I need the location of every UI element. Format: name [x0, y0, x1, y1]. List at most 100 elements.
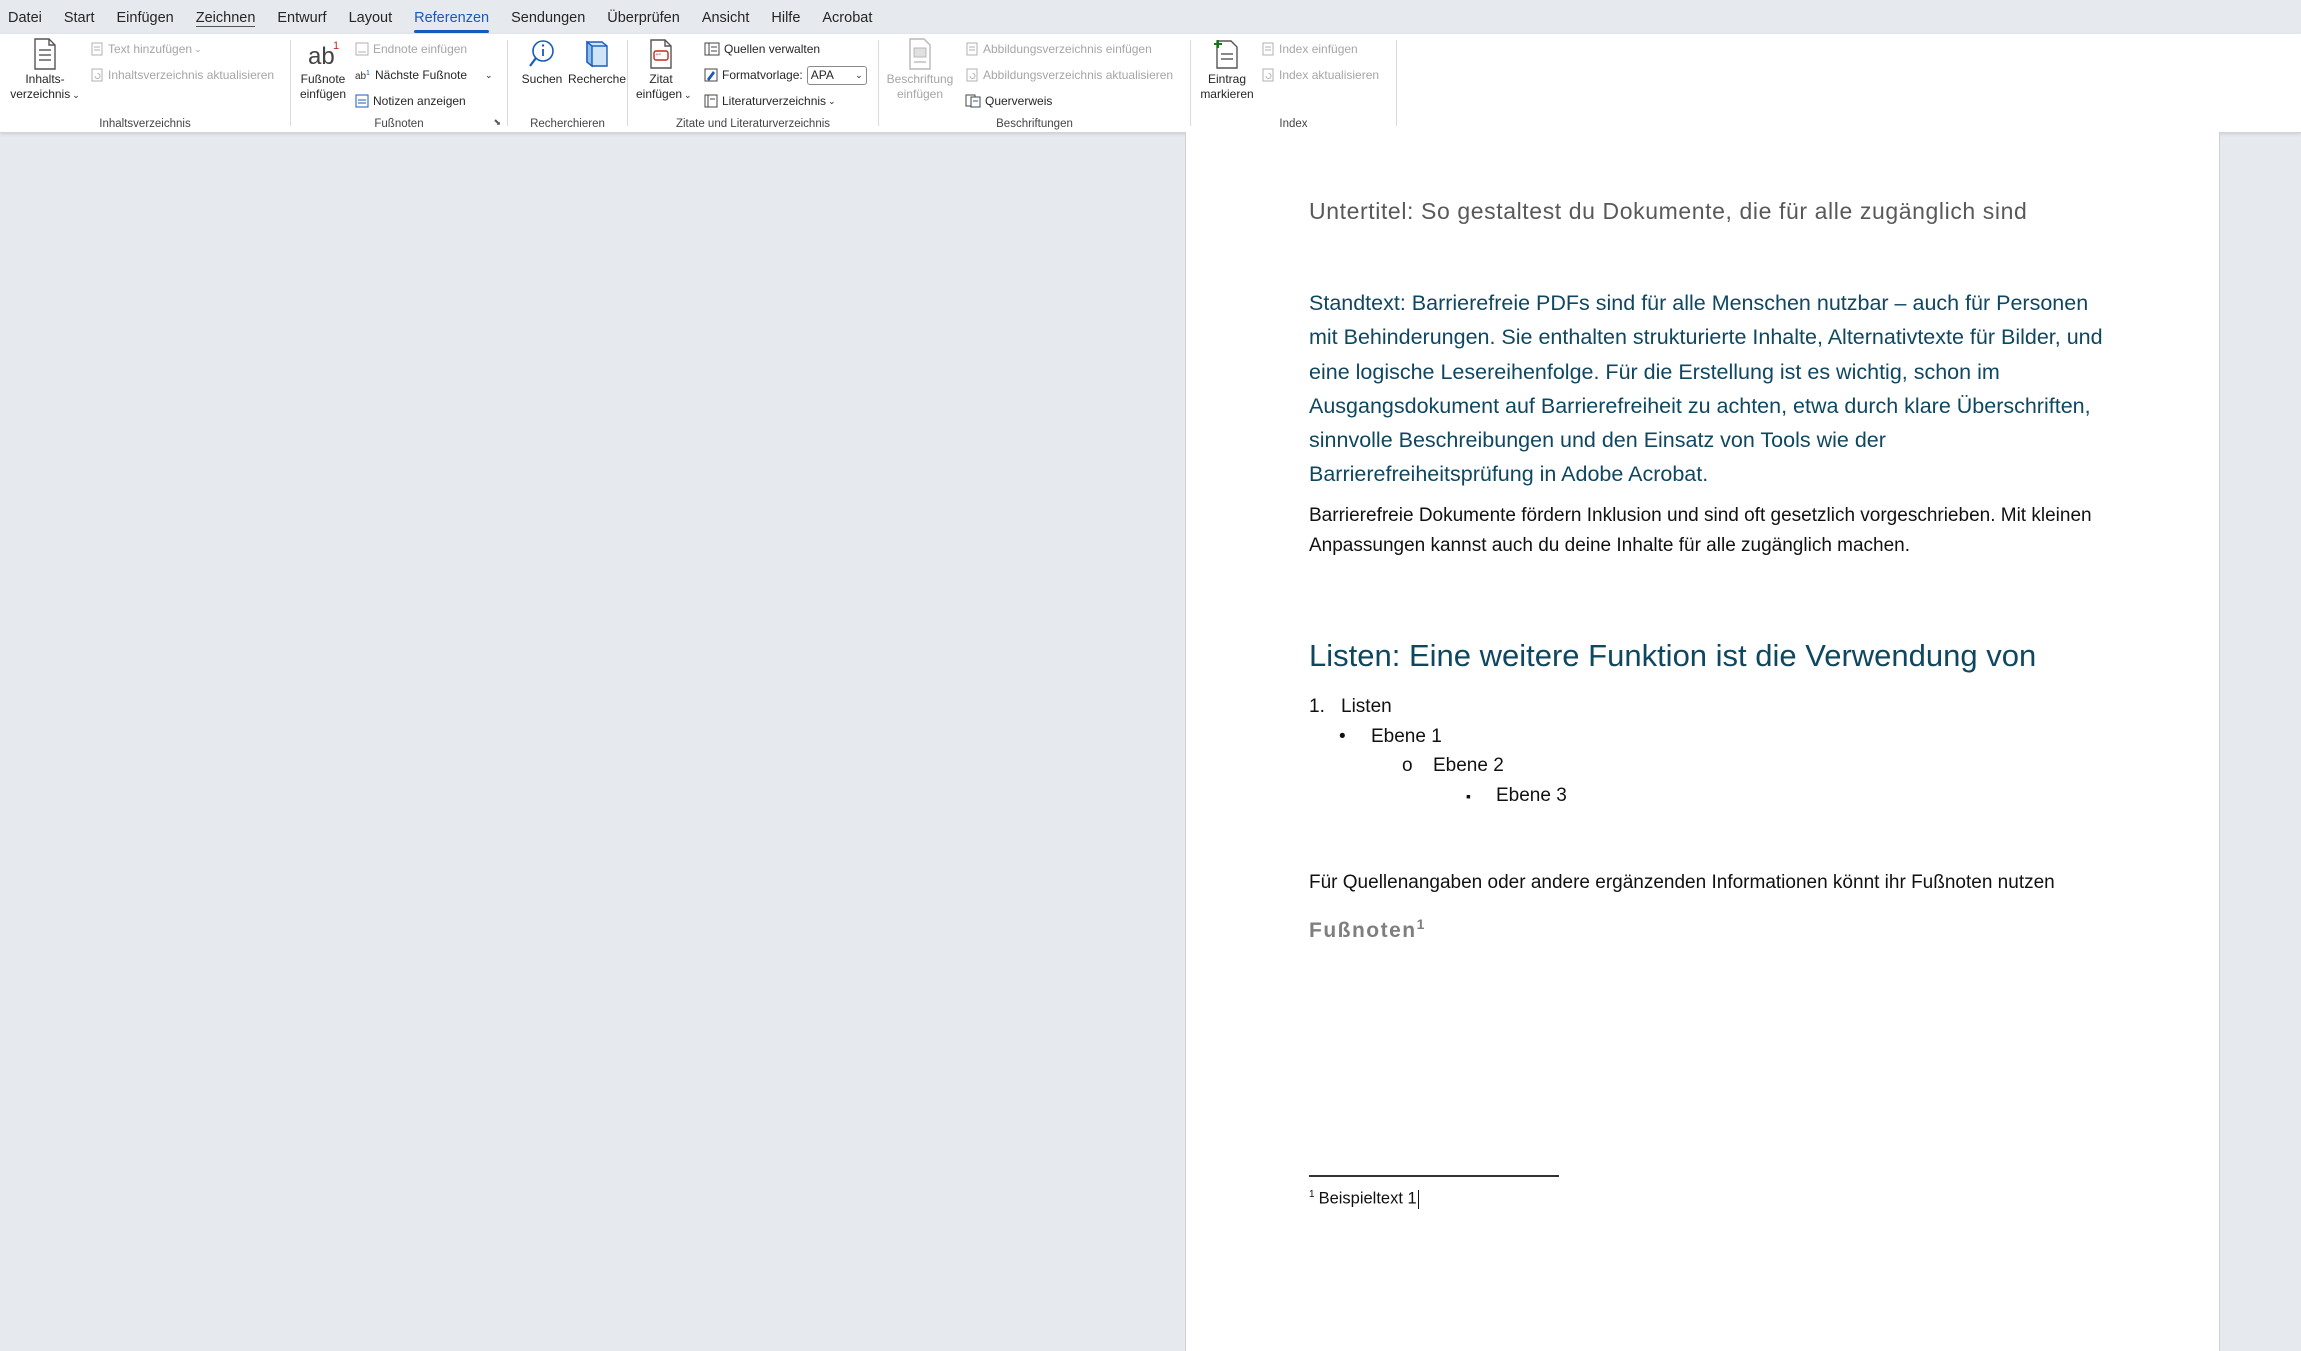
document-body-paragraph[interactable]: Barrierefreie Dokumente fördern Inklusio…: [1309, 501, 2109, 560]
style-selector: Formatvorlage: APA ⌄: [704, 64, 867, 86]
cross-reference-icon: [965, 94, 981, 108]
numbered-list-marker: 1.: [1309, 696, 1325, 717]
tab-acrobat[interactable]: Acrobat: [811, 0, 883, 34]
tab-referenzen[interactable]: Referenzen: [403, 0, 500, 34]
chevron-down-icon: ⌄: [72, 90, 80, 100]
mark-entry-label-1: Eintrag: [1207, 72, 1247, 86]
chevron-down-icon: ⌄: [828, 95, 836, 106]
show-notes-button[interactable]: Notizen anzeigen: [355, 90, 466, 112]
tab-layout[interactable]: Layout: [338, 0, 404, 34]
group-fussnoten: ab 1 Fußnote einfügen Endnote einfügen a…: [291, 34, 507, 132]
chevron-down-icon: ⌄: [684, 90, 692, 100]
square-bullet-marker: ▪: [1466, 788, 1471, 804]
tab-zeichnen[interactable]: Zeichnen: [185, 0, 267, 34]
update-table-of-figures-button[interactable]: Abbildungsverzeichnis aktualisieren: [965, 64, 1173, 86]
list-item[interactable]: o Ebene 2: [1402, 755, 1504, 777]
list-item-text: Ebene 3: [1496, 785, 1567, 806]
insert-table-of-figures-button[interactable]: Abbildungsverzeichnis einfügen: [965, 38, 1152, 60]
add-text-button[interactable]: Text hinzufügen ⌄: [90, 38, 202, 60]
dialog-launcher-icon[interactable]: ⬊: [493, 117, 501, 128]
tab-label: Acrobat: [822, 10, 873, 26]
document-heading-2[interactable]: Listen: Eine weitere Funktion ist die Ve…: [1309, 638, 2036, 674]
group-divider: [1396, 40, 1397, 126]
document-subtitle[interactable]: Untertitel: So gestaltest du Dokumente, …: [1309, 198, 2027, 225]
document-page[interactable]: Untertitel: So gestaltest du Dokumente, …: [1185, 132, 2220, 1351]
tab-start[interactable]: Start: [53, 0, 106, 34]
footnote-number: 1: [1309, 1189, 1315, 1200]
footnote-heading-text: Fußnoten: [1309, 919, 1417, 942]
cross-reference-label: Querverweis: [985, 94, 1053, 108]
group-inhaltsverzeichnis: Inhalts- verzeichnis ⌄ Text hinzufügen ⌄ I…: [0, 34, 290, 132]
footnote-heading[interactable]: Fußnoten1: [1309, 916, 1424, 943]
update-toc-label: Inhaltsverzeichnis aktualisieren: [108, 68, 275, 82]
list-item[interactable]: ▪ Ebene 3: [1466, 785, 1567, 807]
insert-table-of-figures-label: Abbildungsverzeichnis einfügen: [983, 42, 1152, 56]
index-icon: [1262, 42, 1274, 56]
list-item[interactable]: 1. Listen: [1309, 696, 1392, 718]
style-icon: [704, 68, 718, 82]
insert-caption-label-2: einfügen: [896, 87, 944, 101]
footnote-reference-mark[interactable]: 1: [1417, 916, 1425, 932]
toc-button-label-1: Inhalts-: [25, 72, 65, 86]
tab-ansicht[interactable]: Ansicht: [691, 0, 761, 34]
insert-citation-button[interactable]: “” Zitat einfügen ⌄: [636, 38, 692, 103]
svg-text:ab: ab: [308, 43, 335, 70]
ribbon: Inhalts- verzeichnis ⌄ Text hinzufügen ⌄ I…: [0, 34, 2301, 133]
tab-label: Einfügen: [116, 10, 174, 26]
tab-label: Ansicht: [701, 10, 750, 26]
update-toc-button[interactable]: Inhaltsverzeichnis aktualisieren: [90, 64, 274, 86]
bibliography-button[interactable]: Literaturverzeichnis ⌄: [704, 90, 836, 112]
toc-button[interactable]: Inhalts- verzeichnis ⌄: [8, 38, 82, 103]
update-table-icon: [966, 68, 978, 82]
tab-einfuegen[interactable]: Einfügen: [105, 0, 184, 34]
document-intro-paragraph[interactable]: Standtext: Barrierefreie PDFs sind für a…: [1309, 286, 2109, 492]
manage-sources-label: Quellen verwalten: [724, 42, 821, 56]
ribbon-tab-bar: Datei Start Einfügen Zeichnen Entwurf La…: [0, 0, 2301, 34]
svg-text:“”: “”: [656, 54, 661, 61]
footnote-entry[interactable]: 1 Beispieltext 1: [1309, 1189, 1419, 1209]
document-list-icon: [34, 38, 56, 70]
footnote-text: Beispieltext 1: [1318, 1189, 1417, 1208]
group-label-fussnoten: Fußnoten: [374, 118, 424, 130]
insert-citation-label-1: Zitat: [649, 72, 673, 86]
next-footnote-button[interactable]: ab 1 Nächste Fußnote ⌄: [355, 64, 493, 86]
insert-endnote-button[interactable]: Endnote einfügen: [355, 38, 467, 60]
list-item[interactable]: • Ebene 1: [1339, 726, 1442, 748]
insert-footnote-button[interactable]: ab 1 Fußnote einfügen: [295, 38, 351, 102]
text-cursor: [1417, 1189, 1419, 1209]
research-button[interactable]: Recherche: [566, 38, 628, 87]
tab-label: Start: [63, 10, 95, 26]
insert-footnote-label-1: Fußnote: [300, 72, 346, 86]
update-index-button[interactable]: Index aktualisieren: [1261, 64, 1379, 86]
insert-caption-button[interactable]: Beschriftung einfügen: [885, 38, 955, 102]
footnote-icon: ab 1: [308, 40, 339, 70]
chevron-down-icon[interactable]: ⌄: [485, 70, 493, 81]
insert-index-button[interactable]: Index einfügen: [1261, 38, 1358, 60]
manage-sources-button[interactable]: Quellen verwalten: [704, 38, 820, 60]
show-notes-label: Notizen anzeigen: [373, 94, 466, 108]
tab-hilfe[interactable]: Hilfe: [760, 0, 811, 34]
cross-reference-button[interactable]: Querverweis: [965, 90, 1052, 112]
footnote-intro-paragraph[interactable]: Für Quellenangaben oder andere ergänzend…: [1309, 872, 2055, 894]
footnote-separator: [1309, 1175, 1559, 1177]
group-label-zitate: Zitate und Literaturverzeichnis: [675, 118, 831, 130]
bibliography-icon: [704, 94, 718, 108]
update-table-icon: [1262, 68, 1274, 82]
mark-entry-icon: [1214, 40, 1238, 69]
style-dropdown[interactable]: APA ⌄: [806, 65, 867, 85]
manage-sources-icon: [704, 42, 720, 56]
update-table-of-figures-label: Abbildungsverzeichnis aktualisieren: [983, 68, 1174, 82]
tab-datei[interactable]: Datei: [0, 0, 53, 34]
group-recherchieren: Suchen Recherche Recherchieren: [508, 34, 627, 132]
chevron-down-icon: ⌄: [194, 43, 202, 54]
mark-entry-button[interactable]: Eintrag markieren: [1197, 38, 1257, 102]
tab-ueberpruefen[interactable]: Überprüfen: [596, 0, 691, 34]
toc-button-label-2: verzeichnis: [10, 87, 71, 101]
tab-sendungen[interactable]: Sendungen: [500, 0, 596, 34]
search-button[interactable]: Suchen: [514, 38, 570, 87]
next-footnote-label: Nächste Fußnote: [375, 68, 468, 82]
insert-footnote-label-2: einfügen: [299, 87, 347, 101]
tab-entwurf[interactable]: Entwurf: [266, 0, 337, 34]
group-label-recherchieren: Recherchieren: [530, 118, 605, 130]
tab-label: Referenzen: [414, 10, 490, 26]
